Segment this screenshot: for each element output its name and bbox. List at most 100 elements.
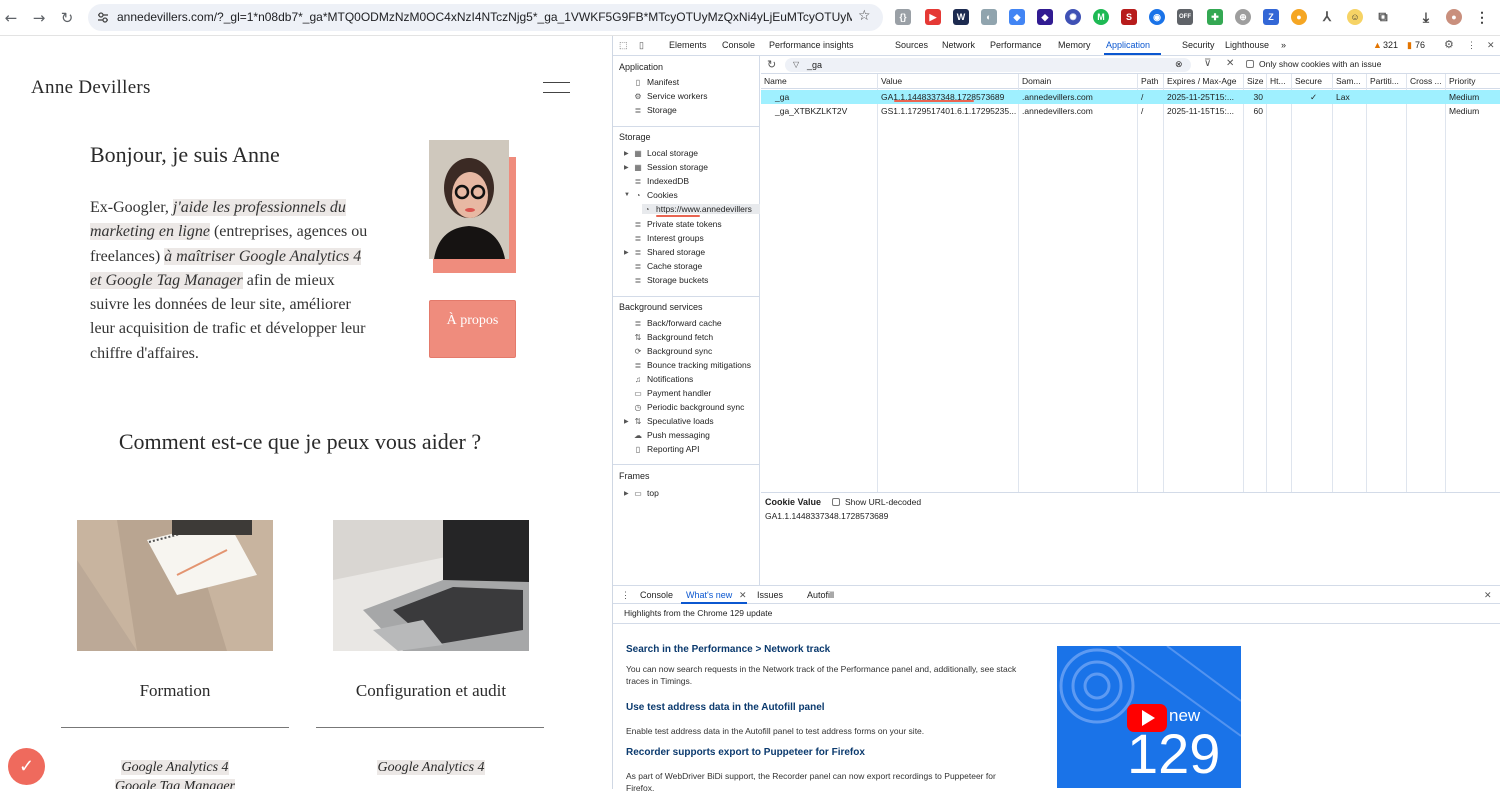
sidebar-item-background-fetch[interactable]: ⇅ Background fetch [633,332,714,342]
cookie-extension-icon[interactable]: ● [1291,9,1307,25]
tab-lighthouse[interactable]: Lighthouse [1225,40,1269,50]
sidebar-item-cache-storage[interactable]: ≣ Cache storage [633,261,703,271]
off-extension-icon[interactable]: OFF [1177,9,1193,25]
sidebar-item-push-messaging[interactable]: ☁ Push messaging [633,430,710,440]
column-header-partition[interactable]: Partiti... [1367,74,1406,89]
warnings-count[interactable]: 321 [1383,40,1398,50]
drawer-menu-icon[interactable]: ⋮ [621,590,630,601]
whats-new-title[interactable]: Recorder supports export to Puppeteer fo… [626,747,865,758]
tab-console[interactable]: Console [722,40,755,50]
close-drawer-icon[interactable]: ✕ [1484,590,1492,601]
extension-icon[interactable]: ☺ [1347,9,1363,25]
sidebar-item-shared-storage[interactable]: ≣ Shared storage [633,247,705,257]
tab-security[interactable]: Security [1182,40,1215,50]
audit-image[interactable] [333,520,529,651]
sidebar-item-private-state-tokens[interactable]: ≣ Private state tokens [633,219,722,229]
more-options-icon[interactable]: ⋮ [1467,40,1476,51]
column-header-size[interactable]: Size [1244,74,1266,89]
column-header-value[interactable]: Value [878,74,1018,89]
chrome-129-video-thumbnail[interactable]: new 129 [1057,646,1241,788]
column-header-samesite[interactable]: Sam... [1333,74,1366,89]
sidebar-item-cookies[interactable]: ◔ Cookies [633,190,678,200]
clear-filter-icon[interactable]: ⊗ [1175,59,1183,70]
hamburger-menu-icon[interactable] [540,80,574,96]
url-decoded-checkbox[interactable] [832,498,840,506]
drawer-tab-console[interactable]: Console [640,590,673,600]
only-issue-checkbox[interactable] [1246,60,1254,68]
column-header-path[interactable]: Path [1138,74,1163,89]
whats-new-title[interactable]: Use test address data in the Autofill pa… [626,702,825,713]
tag-assistant-icon[interactable]: ◆ [1009,9,1025,25]
column-header-domain[interactable]: Domain [1019,74,1137,89]
cookie-filter-input[interactable]: ▽ _ga ⊗ [785,58,1191,72]
tab-performance[interactable]: Performance [990,40,1042,50]
back-icon[interactable]: ← [1,8,21,28]
sidebar-item-bounce-tracking[interactable]: ≣ Bounce tracking mitigations [633,360,751,370]
warning-icon[interactable]: ▲ [1373,40,1382,50]
chat-widget-icon[interactable]: ✓ [8,748,45,785]
delete-selected-icon[interactable]: ✕ [1226,58,1234,69]
clear-filtered-cookies-icon[interactable]: ⊽ [1204,58,1211,69]
extension-icon[interactable]: ◐ [981,9,997,25]
service-title-audit[interactable]: Configuration et audit [333,681,529,701]
column-header-expires[interactable]: Expires / Max-Age [1164,74,1243,89]
cookie-value-text[interactable]: GA1.1.1448337348.1728573689 [765,511,888,521]
table-row-ga[interactable]: _ga GA1.1.1448337348.1728573689 .annedev… [761,90,1500,104]
sidebar-item-storage-buckets[interactable]: ≣ Storage buckets [633,275,709,285]
extension-icon[interactable]: S [1121,9,1137,25]
sidebar-item-indexeddb[interactable]: ≣ IndexedDB [633,176,689,186]
menu-dots-icon[interactable]: ⋮ [1474,9,1490,25]
download-icon[interactable]: ⤓ [1418,9,1434,25]
whats-new-title[interactable]: Search in the Performance > Network trac… [626,644,830,655]
column-header-httponly[interactable]: Ht... [1267,74,1291,89]
close-devtools-icon[interactable]: ✕ [1487,40,1495,51]
column-header-name[interactable]: Name [761,74,877,89]
drawer-tab-issues[interactable]: Issues [757,590,783,600]
bookmark-star-icon[interactable]: ☆ [858,8,871,24]
sidebar-item-service-workers[interactable]: ⚙ Service workers [633,91,707,101]
reload-icon[interactable]: ↻ [57,8,77,28]
drawer-tab-autofill[interactable]: Autofill [807,590,834,600]
globe-extension-icon[interactable]: ⊕ [1235,9,1251,25]
sidebar-item-payment-handler[interactable]: ▭ Payment handler [633,388,711,398]
refresh-icon[interactable]: ↻ [767,58,776,71]
tab-performance-insights[interactable]: Performance insights [769,40,854,50]
table-row-ga-container[interactable]: _ga_XTBKZLKT2V GS1.1.1729517401.6.1.1729… [761,104,1500,118]
sidebar-item-speculative-loads[interactable]: ⇅ Speculative loads [633,416,714,426]
sidebar-item-reporting-api[interactable]: ▯ Reporting API [633,444,700,454]
tab-network[interactable]: Network [942,40,975,50]
sidebar-item-session-storage[interactable]: ▦ Session storage [633,162,708,172]
tab-elements[interactable]: Elements [669,40,707,50]
sidebar-item-storage[interactable]: ≣ Storage [633,105,677,115]
service-title-training[interactable]: Formation [77,681,273,701]
extension-icon[interactable]: Z [1263,9,1279,25]
youtube-extension-icon[interactable]: ▶ [925,9,941,25]
sidebar-item-notifications[interactable]: ♫ Notifications [633,374,693,384]
extension-icon[interactable]: {} [895,9,911,25]
extension-icon[interactable]: ◉ [1149,9,1165,25]
tab-sources[interactable]: Sources [895,40,928,50]
extension-icon[interactable]: ✚ [1207,9,1223,25]
training-image[interactable] [77,520,273,651]
device-toolbar-icon[interactable]: ▯ [639,40,644,51]
issues-icon[interactable]: ▮ [1407,40,1412,51]
drawer-tab-whats-new[interactable]: What's new [686,590,732,600]
sidebar-item-manifest[interactable]: ▯ Manifest [633,77,679,87]
w-extension-icon[interactable]: W [953,9,969,25]
column-header-cross-site[interactable]: Cross ... [1407,74,1445,89]
close-tab-icon[interactable]: ✕ [739,590,747,601]
extension-icon[interactable]: ◆ [1037,9,1053,25]
sidebar-item-interest-groups[interactable]: ≣ Interest groups [633,233,704,243]
settings-gear-icon[interactable]: ⚙ [1444,38,1454,51]
about-button[interactable]: À propos [429,300,516,358]
tab-memory[interactable]: Memory [1058,40,1091,50]
sidebar-item-cookie-origin[interactable]: ◔ https://www.annedevillers [642,204,760,214]
profile-avatar-icon[interactable]: ● [1446,9,1462,25]
issues-count[interactable]: 76 [1415,40,1425,50]
site-logo[interactable]: Anne Devillers [31,77,151,99]
tab-application[interactable]: Application [1106,40,1150,50]
sidebar-item-background-sync[interactable]: ⟳ Background sync [633,346,713,356]
more-tabs-icon[interactable]: » [1281,40,1286,50]
puzzle-extensions-icon[interactable]: ⧉ [1375,9,1391,25]
site-settings-icon[interactable] [97,12,109,23]
